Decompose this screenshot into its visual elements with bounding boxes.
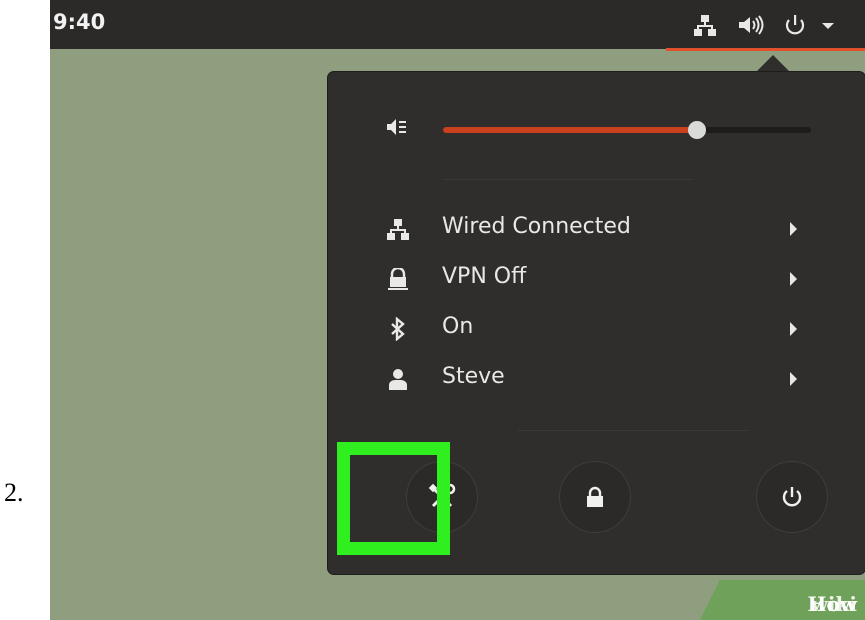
menu-item-wired[interactable]: Wired Connected <box>328 204 865 254</box>
desktop-screen: 9:40 Wired Connected VPN Off On Steve wi… <box>50 0 865 620</box>
lock-icon <box>587 486 603 507</box>
menu-item-label: Steve <box>442 364 505 389</box>
speaker-icon <box>386 116 408 142</box>
menu-item-label: On <box>442 314 474 339</box>
power-menu[interactable] <box>782 0 846 49</box>
chevron-right-icon <box>790 272 797 286</box>
bluetooth-icon <box>386 317 410 341</box>
chevron-right-icon <box>790 322 797 336</box>
menu-item-bluetooth[interactable]: On <box>328 304 865 354</box>
top-bar: 9:40 <box>50 0 865 51</box>
wikihow-watermark: wiki How <box>700 580 865 620</box>
user-icon <box>386 367 410 391</box>
network-icon[interactable] <box>690 0 720 49</box>
menu-item-vpn[interactable]: VPN Off <box>328 254 865 304</box>
volume-icon[interactable] <box>735 0 769 49</box>
power-icon <box>785 14 834 34</box>
network-icon <box>386 217 410 241</box>
volume-slider-fill <box>443 127 697 133</box>
watermark-how: How <box>807 592 857 616</box>
volume-slider-knob[interactable] <box>687 121 706 139</box>
tray-active-underline <box>666 48 865 51</box>
volume-row <box>328 108 865 148</box>
separator <box>518 430 748 431</box>
power-off-button[interactable] <box>756 461 828 533</box>
vpn-icon <box>386 267 410 291</box>
menu-item-label: VPN Off <box>442 264 527 289</box>
chevron-right-icon <box>790 372 797 386</box>
separator <box>443 179 693 180</box>
chevron-right-icon <box>790 222 797 236</box>
step-number: 2. <box>4 478 24 507</box>
power-icon <box>782 487 802 507</box>
lock-button[interactable] <box>559 461 631 533</box>
clock[interactable]: 9:40 <box>53 10 105 34</box>
settings-highlight-box <box>337 442 450 555</box>
menu-item-user[interactable]: Steve <box>328 354 865 404</box>
menu-pointer <box>755 55 791 73</box>
menu-item-label: Wired Connected <box>442 214 631 239</box>
volume-slider[interactable] <box>443 121 811 139</box>
